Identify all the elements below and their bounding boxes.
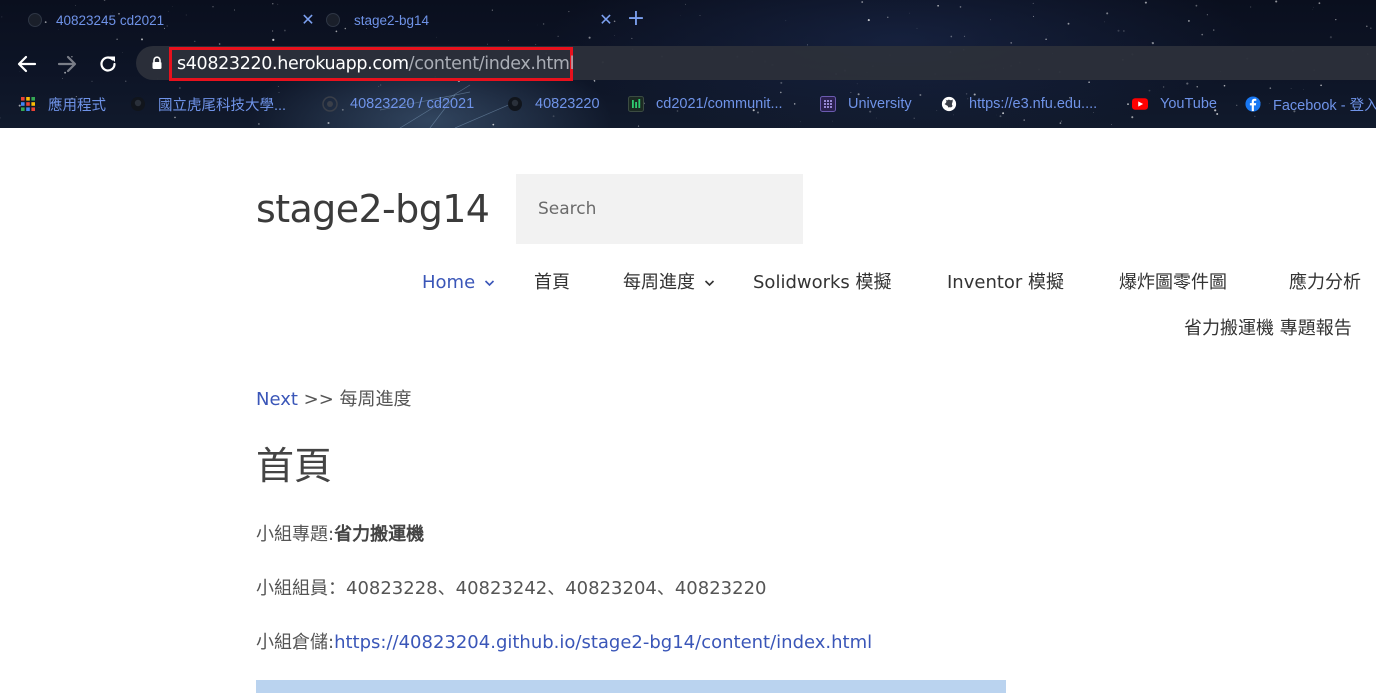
group-members: 小組組員：40823228、40823242、40823204、40823220	[256, 578, 767, 599]
new-tab-button[interactable]: +	[624, 8, 648, 31]
bookmark-facebook[interactable]: Facebook - 登入	[1245, 92, 1376, 116]
bookmark-label: cd2021/communit...	[656, 96, 783, 112]
reload-button[interactable]	[95, 51, 121, 77]
bookmark-label: University	[848, 96, 912, 112]
bookmark-label: YouTube	[1160, 96, 1217, 112]
tab-title: stage2-bg14	[354, 12, 430, 28]
next-page-link: Next >> 每周進度	[256, 387, 412, 413]
nav-item-home[interactable]: Home	[422, 266, 495, 300]
chart-icon	[628, 96, 644, 112]
bookmark-gitlab[interactable]: 40823220 / cd2021	[322, 92, 474, 116]
nav-item-label: Inventor 模擬	[947, 272, 1065, 293]
topic-label: 小組專題:	[256, 524, 335, 545]
url-host: s40823220.herokuapp.com	[177, 54, 409, 74]
tab-close-icon[interactable]: ✕	[596, 10, 616, 30]
nav-item-solidworks[interactable]: Solidworks 模擬	[753, 266, 892, 300]
youtube-icon	[1132, 96, 1148, 112]
nav-item-exploded-view[interactable]: 爆炸圖零件圖	[1119, 266, 1227, 300]
github-favicon-icon	[28, 13, 42, 27]
github-favicon-icon	[326, 13, 340, 27]
lock-icon	[152, 56, 162, 69]
arrow-right-icon	[57, 55, 77, 73]
project-topic: 小組專題:省力搬運機	[256, 522, 424, 548]
nav-item-inventor[interactable]: Inventor 模擬	[947, 266, 1064, 300]
page-heading: 首頁	[256, 444, 333, 488]
bookmark-label: 40823220 / cd2021	[350, 96, 475, 112]
bookmark-nfu[interactable]: 國立虎尾科技大學...	[130, 92, 286, 116]
bookmark-label: 應用程式	[48, 97, 106, 114]
gitlab-icon	[322, 96, 338, 112]
globe-icon	[941, 96, 957, 112]
bookmark-e3-nfu[interactable]: https://e3.nfu.edu....	[941, 92, 1097, 116]
repository-line: 小組倉儲:https://40823204.github.io/stage2-b…	[256, 630, 872, 656]
forward-button[interactable]	[54, 51, 80, 77]
bookmark-community[interactable]: cd2021/communit...	[628, 92, 783, 116]
university-icon	[820, 96, 836, 112]
chevron-down-icon[interactable]	[704, 279, 715, 287]
bookmark-youtube[interactable]: YouTube	[1132, 92, 1217, 116]
arrow-left-icon	[17, 55, 37, 73]
chevron-down-icon[interactable]	[484, 279, 495, 287]
tab-title: 40823245 cd2021	[56, 12, 165, 28]
nav-item-label: 應力分析	[1289, 272, 1361, 293]
tab-stage2-bg14[interactable]: stage2-bg14 ✕	[326, 8, 626, 32]
repo-link[interactable]: https://40823204.github.io/stage2-bg14/c…	[334, 632, 872, 653]
topic-value: 省力搬運機	[334, 524, 425, 545]
nav-item-stress-analysis[interactable]: 應力分析	[1289, 266, 1361, 300]
nav-item-label: 爆炸圖零件圖	[1119, 272, 1227, 293]
bookmark-apps[interactable]: 應用程式	[20, 92, 106, 116]
url-path: /content/index.html	[408, 54, 575, 74]
reload-icon	[100, 56, 116, 72]
nav-item-label: Home	[422, 272, 476, 293]
nav-item-label: 省力搬運機 專題報告	[1184, 318, 1352, 339]
tab-cd2021[interactable]: 40823245 cd2021 ✕	[28, 8, 328, 32]
browser-chrome: 40823245 cd2021 ✕ stage2-bg14 ✕ + s40823…	[0, 0, 1376, 128]
site-title[interactable]: stage2-bg14	[256, 186, 490, 232]
next-separator: >>	[297, 389, 340, 410]
tab-close-icon[interactable]: ✕	[298, 10, 318, 30]
search-input[interactable]	[516, 174, 803, 244]
bookmark-40823220[interactable]: 40823220	[507, 92, 600, 116]
github-icon	[507, 96, 523, 112]
back-button[interactable]	[14, 51, 40, 77]
bookmark-label: https://e3.nfu.edu....	[969, 96, 1098, 112]
bookmark-label: Facebook - 登入	[1273, 97, 1376, 114]
next-link[interactable]: Next	[256, 389, 298, 410]
bookmark-university[interactable]: University	[820, 92, 912, 116]
repo-label: 小組倉儲:	[256, 632, 335, 653]
nav-item-label: 首頁	[534, 272, 570, 293]
bookmarks-bar: 應用程式 國立虎尾科技大學... 40823220 / cd2021 40823…	[0, 92, 1376, 116]
nav-item-weekly-progress[interactable]: 每周進度	[623, 266, 715, 300]
github-icon	[130, 96, 146, 112]
apps-grid-icon	[20, 96, 36, 112]
next-target: 每周進度	[339, 389, 412, 410]
nav-item-project-report[interactable]: 省力搬運機 專題報告	[1184, 312, 1352, 346]
facebook-icon	[1245, 96, 1261, 112]
url-text[interactable]: s40823220.herokuapp.com/content/index.ht…	[177, 53, 574, 75]
bookmark-label: 國立虎尾科技大學...	[158, 97, 287, 114]
bookmark-label: 40823220	[535, 96, 600, 112]
nav-item-label: 每周進度	[623, 272, 695, 293]
content-block	[256, 680, 1006, 693]
nav-item-first-page[interactable]: 首頁	[534, 266, 570, 300]
nav-item-label: Solidworks 模擬	[753, 272, 892, 293]
